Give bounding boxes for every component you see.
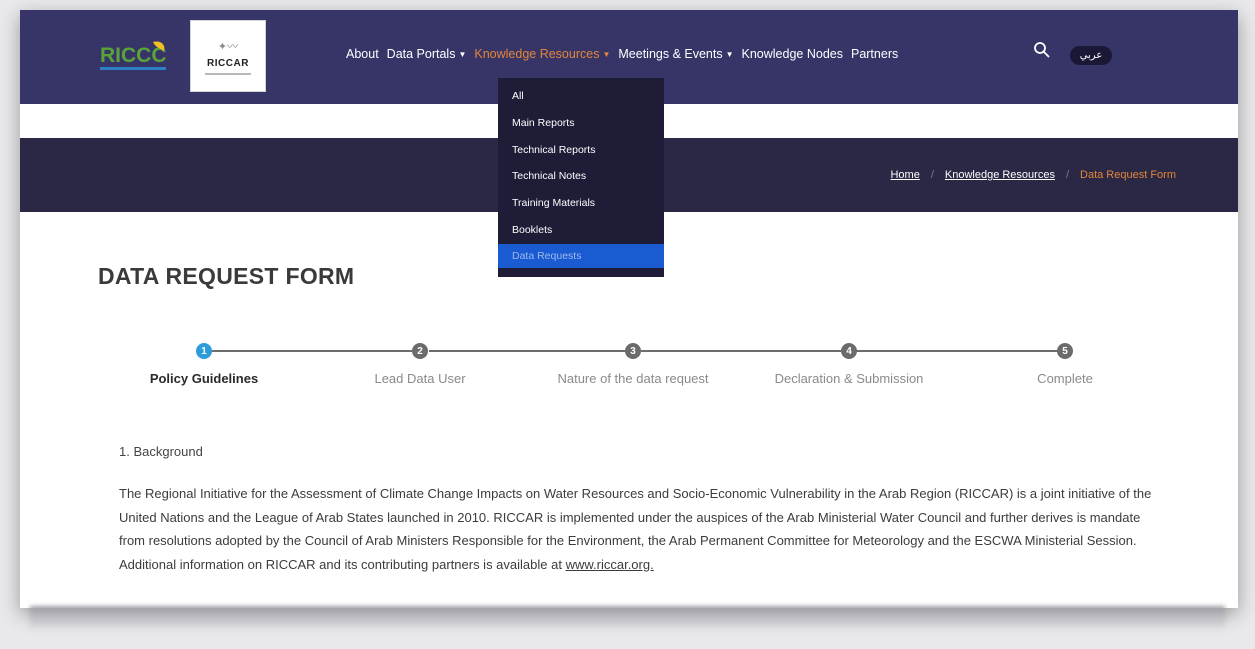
step-4-label: Declaration & Submission bbox=[774, 371, 924, 386]
stepper-connector bbox=[857, 350, 1071, 352]
step-4-marker[interactable]: 4 bbox=[841, 343, 857, 359]
step-2-label: Lead Data User bbox=[374, 371, 466, 386]
nav-data-portals[interactable]: Data Portals ▼ bbox=[387, 47, 467, 61]
nav-meetings-events[interactable]: Meetings & Events ▼ bbox=[618, 47, 733, 61]
nav-partners-label: Partners bbox=[850, 47, 899, 61]
language-toggle[interactable]: عربي bbox=[1070, 46, 1112, 65]
riccc-logo-text: RICCC bbox=[100, 44, 167, 67]
main-nav: About Data Portals ▼ Knowledge Resources ▼… bbox=[346, 47, 906, 61]
search-icon[interactable] bbox=[1033, 41, 1051, 59]
step-1-marker[interactable]: 1 bbox=[196, 343, 212, 359]
page-title: DATA REQUEST FORM bbox=[98, 263, 355, 289]
dropdown-item-all[interactable]: All bbox=[498, 84, 664, 108]
dropdown-item-booklets[interactable]: Booklets bbox=[498, 218, 664, 242]
nav-about-label: About bbox=[346, 47, 379, 61]
stepper-connector bbox=[211, 350, 413, 352]
caret-down-icon: ▼ bbox=[725, 50, 734, 60]
caret-down-icon: ▼ bbox=[602, 50, 611, 60]
nav-meetings-events-label: Meetings & Events bbox=[618, 47, 723, 61]
dropdown-item-technical-notes[interactable]: Technical Notes bbox=[498, 164, 664, 188]
dropdown-item-main-reports[interactable]: Main Reports bbox=[498, 111, 664, 135]
riccar-logo[interactable]: ✦〰 RICCAR bbox=[190, 20, 266, 92]
nav-knowledge-resources-label: Knowledge Resources bbox=[474, 47, 600, 61]
nav-knowledge-nodes[interactable]: Knowledge Nodes bbox=[742, 47, 843, 61]
page-frame: RICCC ✦〰 RICCAR About Data Portals ▼ Know… bbox=[20, 10, 1238, 608]
riccar-logo-underline bbox=[205, 72, 251, 75]
breadcrumb-current: Data Request Form bbox=[1080, 169, 1176, 181]
step-3-marker[interactable]: 3 bbox=[625, 343, 641, 359]
caret-down-icon: ▼ bbox=[458, 50, 467, 60]
nav-about[interactable]: About bbox=[346, 47, 379, 61]
nav-knowledge-resources[interactable]: Knowledge Resources ▼ bbox=[474, 47, 610, 61]
riccc-logo[interactable]: RICCC bbox=[98, 36, 170, 76]
breadcrumb: Home / Knowledge Resources / Data Reques… bbox=[890, 169, 1176, 181]
form-stepper: 1 2 3 4 5 Policy Guidelines Lead Data Us… bbox=[20, 338, 1238, 398]
dropdown-item-data-requests[interactable]: Data Requests bbox=[498, 244, 664, 268]
dropdown-item-training-materials[interactable]: Training Materials bbox=[498, 191, 664, 215]
dropdown-item-technical-reports[interactable]: Technical Reports bbox=[498, 138, 664, 162]
step-2-marker[interactable]: 2 bbox=[412, 343, 428, 359]
stepper-connector bbox=[429, 350, 635, 352]
stepper-connector bbox=[641, 350, 857, 352]
riccar-logo-word: RICCAR bbox=[207, 57, 249, 69]
nav-partners[interactable]: Partners bbox=[851, 47, 898, 61]
step-1-label: Policy Guidelines bbox=[149, 371, 259, 386]
step-5-label: Complete bbox=[1037, 371, 1093, 386]
riccar-logo-mark-icon: ✦〰 bbox=[217, 39, 239, 53]
riccar-website-link[interactable]: www.riccar.org. bbox=[566, 557, 654, 572]
step-5-marker[interactable]: 5 bbox=[1057, 343, 1073, 359]
nav-knowledge-nodes-label: Knowledge Nodes bbox=[741, 47, 843, 61]
background-paragraph: The Regional Initiative for the Assessme… bbox=[119, 482, 1159, 576]
step-3-label: Nature of the data request bbox=[557, 371, 709, 386]
section-heading: 1. Background bbox=[119, 444, 203, 459]
window-shadow bbox=[30, 606, 1225, 632]
breadcrumb-separator: / bbox=[1065, 169, 1070, 181]
knowledge-resources-dropdown: All Main Reports Technical Reports Techn… bbox=[498, 78, 664, 277]
breadcrumb-knowledge-resources[interactable]: Knowledge Resources bbox=[945, 169, 1055, 181]
breadcrumb-separator: / bbox=[930, 169, 934, 181]
breadcrumb-home[interactable]: Home bbox=[890, 169, 919, 181]
nav-data-portals-label: Data Portals bbox=[386, 47, 456, 61]
